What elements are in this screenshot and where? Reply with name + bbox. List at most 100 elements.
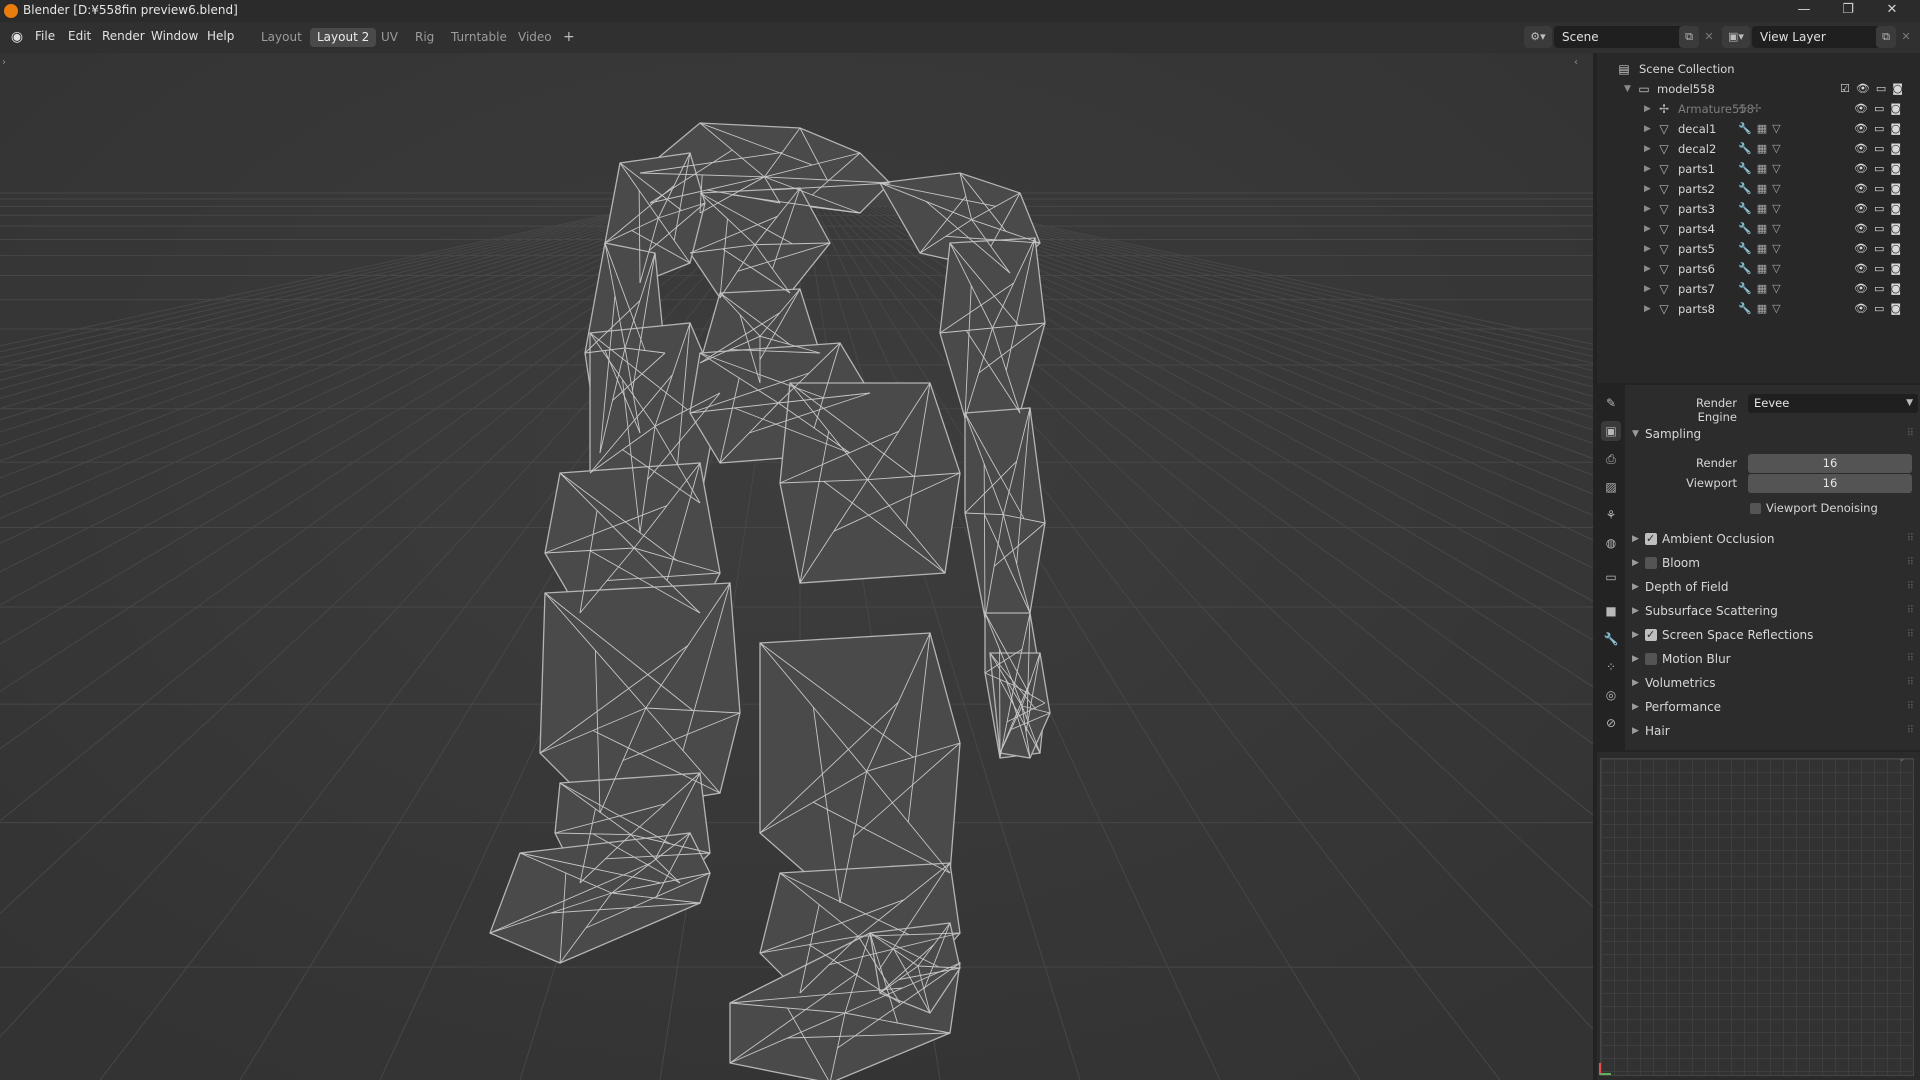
menu-render[interactable]: Render xyxy=(102,29,145,43)
drag-handle-icon[interactable]: ⠿ xyxy=(1907,423,1914,445)
outliner[interactable]: ▤ Scene Collection ▼ ▭ model558 ☑👁▭◙ ▶ ✢ A… xyxy=(1597,53,1920,383)
image-editor-grid[interactable] xyxy=(1600,758,1914,1076)
collection-tab-icon[interactable]: ▭ xyxy=(1601,567,1621,587)
tab-rig[interactable]: Rig xyxy=(408,28,441,47)
blender-menu-icon[interactable]: ◉ xyxy=(9,29,25,45)
panel-header[interactable]: ▶ Motion Blur ⠿ xyxy=(1628,648,1918,670)
drag-handle-icon[interactable]: ⠿ xyxy=(1907,720,1914,742)
delete-view-layer-icon[interactable]: ✕ xyxy=(1897,26,1915,48)
drag-handle-icon[interactable]: ⠿ xyxy=(1907,624,1914,646)
collapse-toolbar-icon[interactable]: ‹ xyxy=(1574,57,1578,68)
visibility-icons[interactable]: 👁▭◙ xyxy=(1854,139,1907,159)
world-tab-icon[interactable]: ◍ xyxy=(1601,533,1621,553)
modifier-icons[interactable]: 🔧▦▽ xyxy=(1738,139,1786,159)
modifier-icons[interactable]: 🔧▦▽ xyxy=(1738,259,1786,279)
drag-handle-icon[interactable]: ⠿ xyxy=(1907,600,1914,622)
delete-scene-icon[interactable]: ✕ xyxy=(1700,26,1718,48)
modifier-tab-icon[interactable]: 🔧 xyxy=(1601,629,1621,649)
tool-tab-icon[interactable]: ✎ xyxy=(1601,393,1621,413)
collection-row[interactable]: ▼ ▭ model558 ☑👁▭◙ xyxy=(1597,79,1920,99)
object-tab-icon[interactable]: ■ xyxy=(1601,601,1621,621)
scene-tab-icon[interactable]: ⚘ xyxy=(1601,505,1621,525)
outliner-item[interactable]: ▶ ▽ parts7 🔧▦▽ 👁▭◙ xyxy=(1597,279,1920,299)
view-layer-tab-icon[interactable]: ▨ xyxy=(1601,477,1621,497)
expand-arrow-icon[interactable]: ▶ xyxy=(1644,259,1651,279)
expand-arrow-icon[interactable]: ▶ xyxy=(1644,179,1651,199)
minimize-button[interactable]: — xyxy=(1782,0,1826,22)
expand-arrow-icon[interactable]: ▶ xyxy=(1644,99,1651,119)
panel-header[interactable]: ▶ Hair ⠿ xyxy=(1628,720,1918,742)
constraints-tab-icon[interactable]: ⊘ xyxy=(1601,713,1621,733)
viewport-denoising-checkbox[interactable] xyxy=(1750,503,1761,514)
panel-header[interactable]: ▶ Volumetrics ⠿ xyxy=(1628,672,1918,694)
panel-header[interactable]: ▶ Ambient Occlusion ⠿ xyxy=(1628,528,1918,550)
drag-handle-icon[interactable]: ⠿ xyxy=(1907,528,1914,550)
physics-tab-icon[interactable]: ◎ xyxy=(1601,685,1621,705)
scene-collection-row[interactable]: ▤ Scene Collection xyxy=(1597,59,1920,79)
outliner-item[interactable]: ▶ ▽ decal1 🔧▦▽ 👁▭◙ xyxy=(1597,119,1920,139)
tab-uv[interactable]: UV xyxy=(374,28,405,47)
menu-edit[interactable]: Edit xyxy=(68,29,91,43)
modifier-icons[interactable]: 🔧▦▽ xyxy=(1738,299,1786,319)
add-workspace-button[interactable]: + xyxy=(556,28,582,47)
view-layer-name-field[interactable]: View Layer xyxy=(1752,26,1882,48)
panel-header[interactable]: ▶ Depth of Field ⠿ xyxy=(1628,576,1918,598)
outliner-item[interactable]: ▶ ▽ parts4 🔧▦▽ 👁▭◙ xyxy=(1597,219,1920,239)
visibility-icons[interactable]: 👁▭◙ xyxy=(1854,259,1907,279)
outliner-item[interactable]: ▶ ▽ parts2 🔧▦▽ 👁▭◙ xyxy=(1597,179,1920,199)
render-tab-icon[interactable]: ▣ xyxy=(1601,421,1621,441)
panel-header[interactable]: ▶ Bloom ⠿ xyxy=(1628,552,1918,574)
modifier-icons[interactable]: 🔧▦▽ xyxy=(1738,219,1786,239)
panel-enable-checkbox[interactable] xyxy=(1645,557,1657,569)
new-scene-icon[interactable]: ⧉ xyxy=(1679,26,1699,48)
visibility-icons[interactable]: 👁▭◙ xyxy=(1854,239,1907,259)
expand-toolbar-icon[interactable]: › xyxy=(2,57,6,68)
scene-name-field[interactable]: Scene xyxy=(1554,26,1686,48)
menu-help[interactable]: Help xyxy=(207,29,234,43)
drag-handle-icon[interactable]: ⠿ xyxy=(1907,552,1914,574)
output-tab-icon[interactable]: ⎙ xyxy=(1601,449,1621,469)
visibility-icons[interactable]: 👁▭◙ xyxy=(1854,199,1907,219)
outliner-item[interactable]: ▶ ✢ Armature558 ✢✢ 👁▭◙ xyxy=(1597,99,1920,119)
expand-arrow-icon[interactable]: ▶ xyxy=(1644,199,1651,219)
modifier-icons[interactable]: 🔧▦▽ xyxy=(1738,239,1786,259)
new-view-layer-icon[interactable]: ⧉ xyxy=(1876,26,1896,48)
modifier-icons[interactable]: 🔧▦▽ xyxy=(1738,119,1786,139)
visibility-icons[interactable]: 👁▭◙ xyxy=(1854,299,1907,319)
menu-file[interactable]: File xyxy=(35,29,55,43)
drag-handle-icon[interactable]: ⠿ xyxy=(1907,696,1914,718)
visibility-icons[interactable]: 👁▭◙ xyxy=(1854,119,1907,139)
visibility-icons[interactable]: 👁▭◙ xyxy=(1854,179,1907,199)
particles-tab-icon[interactable]: ⁘ xyxy=(1601,657,1621,677)
sampling-panel-header[interactable]: ▼ Sampling ⠿ xyxy=(1628,423,1918,445)
scene-browse-icon[interactable]: ⚙▾ xyxy=(1524,26,1552,48)
tab-video[interactable]: Video xyxy=(511,28,559,47)
render-samples-field[interactable]: 16 xyxy=(1748,454,1912,473)
outliner-item[interactable]: ▶ ▽ parts3 🔧▦▽ 👁▭◙ xyxy=(1597,199,1920,219)
restore-button[interactable]: ❐ xyxy=(1826,0,1870,22)
modifier-icons[interactable]: 🔧▦▽ xyxy=(1738,159,1786,179)
expand-arrow-icon[interactable]: ▶ xyxy=(1644,299,1651,319)
menu-window[interactable]: Window xyxy=(151,29,198,43)
modifier-icons[interactable]: 🔧▦▽ xyxy=(1738,199,1786,219)
tab-turntable[interactable]: Turntable xyxy=(444,28,514,47)
collection-visibility-icons[interactable]: ☑👁▭◙ xyxy=(1840,79,1909,99)
panel-enable-checkbox[interactable] xyxy=(1645,528,1657,550)
outliner-item[interactable]: ▶ ▽ parts5 🔧▦▽ 👁▭◙ xyxy=(1597,239,1920,259)
outliner-item[interactable]: ▶ ▽ parts8 🔧▦▽ 👁▭◙ xyxy=(1597,299,1920,319)
viewport-samples-field[interactable]: 16 xyxy=(1748,474,1912,493)
visibility-icons[interactable]: 👁▭◙ xyxy=(1854,219,1907,239)
panel-enable-checkbox[interactable] xyxy=(1645,624,1657,646)
expand-arrow-icon[interactable]: ▶ xyxy=(1644,239,1651,259)
panel-enable-checkbox[interactable] xyxy=(1645,653,1657,665)
outliner-item[interactable]: ▶ ▽ parts1 🔧▦▽ 👁▭◙ xyxy=(1597,159,1920,179)
render-engine-dropdown[interactable]: Eevee ▼ xyxy=(1748,394,1918,413)
pose-icons[interactable]: ✢✢ xyxy=(1738,99,1766,119)
tab-layout-2[interactable]: Layout 2 xyxy=(310,28,377,47)
drag-handle-icon[interactable]: ⠿ xyxy=(1907,648,1914,670)
modifier-icons[interactable]: 🔧▦▽ xyxy=(1738,279,1786,299)
view-layer-browse-icon[interactable]: ▣▾ xyxy=(1722,26,1750,48)
outliner-item[interactable]: ▶ ▽ parts6 🔧▦▽ 👁▭◙ xyxy=(1597,259,1920,279)
visibility-icons[interactable]: 👁▭◙ xyxy=(1854,159,1907,179)
panel-header[interactable]: ▶ Subsurface Scattering ⠿ xyxy=(1628,600,1918,622)
